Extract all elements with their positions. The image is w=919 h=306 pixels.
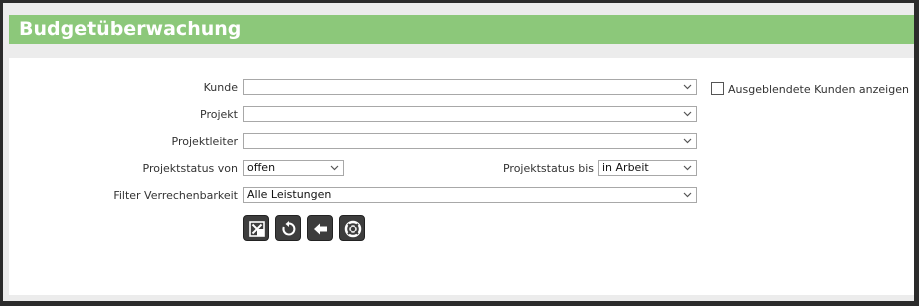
filter-panel: Kunde Ausgeblendete Kunden anzeigen Proj… — [9, 58, 914, 295]
status-bis-select[interactable]: in Arbeit — [598, 160, 697, 176]
page-title: Budgetüberwachung — [19, 18, 242, 40]
projekt-label: Projekt — [200, 108, 238, 121]
chevron-down-icon — [683, 192, 692, 198]
chevron-down-icon — [683, 165, 692, 171]
status-bis-value: in Arbeit — [602, 161, 649, 174]
status-von-value: offen — [247, 161, 276, 174]
back-arrow-icon — [314, 223, 327, 235]
filter-value: Alle Leistungen — [247, 188, 332, 201]
chevron-down-icon — [683, 84, 692, 90]
refresh-icon — [282, 221, 296, 236]
back-button[interactable] — [307, 215, 333, 241]
projektleiter-label: Projektleiter — [171, 135, 238, 148]
kunde-select[interactable] — [243, 79, 697, 95]
window: Budgetüberwachung Kunde Ausgeblendete Ku… — [3, 3, 914, 301]
filter-label: Filter Verrechenbarkeit — [113, 189, 238, 202]
chevron-down-icon — [683, 138, 692, 144]
filter-select[interactable]: Alle Leistungen — [243, 187, 697, 203]
projekt-select[interactable] — [243, 106, 697, 122]
chevron-down-icon — [330, 165, 339, 171]
excel-export-button[interactable] — [243, 215, 269, 241]
projektleiter-select[interactable] — [243, 133, 697, 149]
hidden-customers-label: Ausgeblendete Kunden anzeigen — [728, 83, 909, 96]
kunde-label: Kunde — [203, 81, 238, 94]
help-lifebuoy-icon — [344, 220, 362, 238]
excel-export-icon — [249, 221, 265, 237]
help-button[interactable] — [339, 215, 365, 241]
title-bar: Budgetüberwachung — [9, 15, 914, 44]
status-von-label: Projektstatus von — [142, 162, 238, 175]
refresh-button[interactable] — [275, 215, 301, 241]
status-bis-label: Projektstatus bis — [502, 162, 594, 175]
status-von-select[interactable]: offen — [243, 160, 344, 176]
chevron-down-icon — [683, 111, 692, 117]
hidden-customers-checkbox[interactable] — [711, 82, 724, 95]
